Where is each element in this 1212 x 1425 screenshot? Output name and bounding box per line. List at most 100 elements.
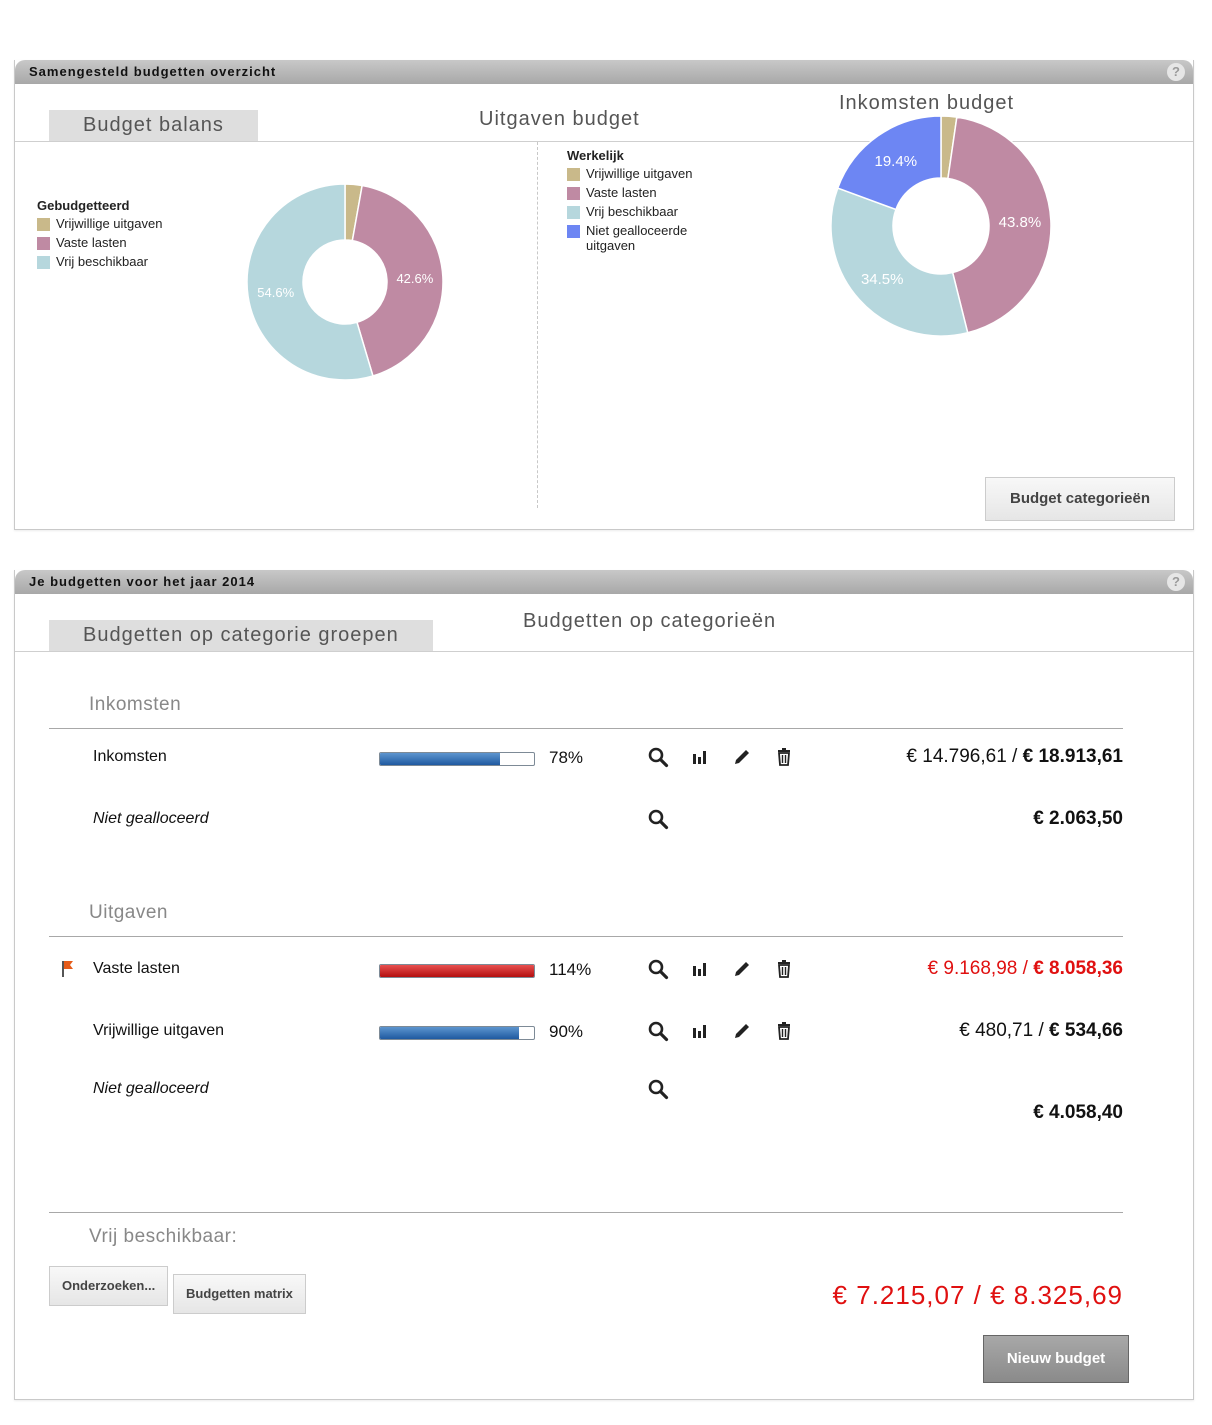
- budget-row-vrijwillige-uitgaven: Vrijwillige uitgaven 90% € 480,71 / € 53…: [49, 1014, 1123, 1054]
- budget-row-inkomsten: Inkomsten 78% € 14.796,61 / € 18.913,61: [49, 740, 1123, 780]
- help-icon[interactable]: ?: [1167, 573, 1185, 591]
- flag-icon: [62, 961, 73, 977]
- donut-value-label: 43.8%: [999, 214, 1042, 231]
- legend-swatch: [567, 168, 580, 181]
- row-amount: € 9.168,98 / € 8.058,36: [928, 958, 1123, 980]
- donut-value-label: 54.6%: [257, 285, 294, 300]
- help-icon[interactable]: ?: [1167, 63, 1185, 81]
- panel-divider: [537, 142, 538, 508]
- row-amount: € 480,71 / € 534,66: [959, 1020, 1123, 1042]
- trash-icon[interactable]: [773, 746, 795, 768]
- legend-swatch: [37, 237, 50, 250]
- amount-separator: /: [1017, 958, 1034, 979]
- budget-categories-button[interactable]: Budget categorieën: [985, 477, 1175, 521]
- legend-swatch: [567, 206, 580, 219]
- legend-item: Vrij beschikbaar: [567, 204, 716, 219]
- budgets-header: Je budgetten voor het jaar 2014 ?: [15, 570, 1193, 594]
- search-icon[interactable]: [647, 1078, 669, 1100]
- edit-pencil-icon[interactable]: [731, 958, 753, 980]
- actual-amount: € 14.796,61: [906, 746, 1007, 767]
- actual-legend: Werkelijk Vrijwillige uitgaven Vaste las…: [567, 148, 716, 257]
- legend-item: Vrijwillige uitgaven: [567, 166, 716, 181]
- budgeted-donut-chart: 42.6% 54.6%: [241, 182, 451, 387]
- trash-icon[interactable]: [773, 1020, 795, 1042]
- progress-bar: [379, 964, 535, 978]
- actual-amount: € 480,71: [959, 1020, 1034, 1041]
- row-label: Niet gealloceerd: [93, 1080, 209, 1097]
- budgetten-matrix-button[interactable]: Budgetten matrix: [173, 1274, 306, 1314]
- row-label: Vrijwillige uitgaven: [93, 1022, 225, 1039]
- donut-value-label: 34.5%: [861, 271, 904, 288]
- progress-bar: [379, 1026, 535, 1040]
- budgets-panel: Je budgetten voor het jaar 2014 ? Budget…: [14, 570, 1194, 1400]
- onderzoeken-button[interactable]: Onderzoeken...: [49, 1266, 169, 1306]
- donut-value-label: 42.6%: [396, 271, 433, 286]
- legend-swatch: [37, 256, 50, 269]
- legend-label: Vrij beschikbaar: [56, 254, 149, 269]
- budget-amount: € 18.913,61: [1022, 746, 1123, 767]
- legend-item: Vaste lasten: [567, 185, 716, 200]
- progress-percent: 90%: [549, 1022, 584, 1041]
- legend-label: Vrijwillige uitgaven: [56, 216, 163, 231]
- budget-row-vaste-lasten: Vaste lasten 114% € 9.168,98 / € 8.058,3…: [49, 952, 1123, 992]
- row-actions: [647, 1020, 795, 1042]
- actual-amount: € 9.168,98: [927, 958, 1018, 979]
- legend-title: Gebudgetteerd: [37, 198, 130, 213]
- overview-panel: Samengesteld budgetten overzicht ? Budge…: [14, 60, 1194, 530]
- progress-fill: [380, 753, 501, 765]
- legend-item: Vrijwillige uitgaven: [37, 216, 162, 231]
- amount-separator: /: [1033, 1020, 1050, 1041]
- nieuw-budget-button[interactable]: Nieuw budget: [983, 1335, 1129, 1383]
- progress-bar: [379, 752, 535, 766]
- chart-icon[interactable]: [689, 1020, 711, 1042]
- legend-swatch: [567, 225, 580, 238]
- search-icon[interactable]: [647, 746, 669, 768]
- tab-budgetten-op-categorie-groepen[interactable]: Budgetten op categorie groepen: [49, 620, 433, 651]
- search-icon[interactable]: [647, 808, 669, 830]
- budget-row-niet-gealloceerd: Niet gealloceerd € 2.063,50: [49, 802, 1123, 842]
- actual-donut-chart: 43.8% 34.5% 19.4%: [813, 112, 1073, 347]
- legend-item: Niet gealloceerde uitgaven: [567, 223, 716, 253]
- row-actions: [647, 746, 795, 768]
- budgets-title: Je budgetten voor het jaar 2014: [29, 574, 256, 589]
- row-actions: [647, 958, 795, 980]
- trash-icon[interactable]: [773, 958, 795, 980]
- legend-label: Niet gealloceerde uitgaven: [586, 223, 688, 253]
- overview-body: Gebudgetteerd Vrijwillige uitgaven Vaste…: [15, 115, 1193, 528]
- amount-separator: /: [1006, 746, 1023, 767]
- row-label: Niet gealloceerd: [93, 810, 209, 827]
- tab-uitgaven-budget[interactable]: Uitgaven budget: [445, 104, 674, 135]
- legend-label: Vrijwillige uitgaven: [586, 166, 693, 181]
- search-icon[interactable]: [647, 958, 669, 980]
- edit-pencil-icon[interactable]: [731, 1020, 753, 1042]
- vrij-beschikbaar-total: € 7.215,07 / € 8.325,69: [832, 1280, 1123, 1310]
- row-amount: € 14.796,61 / € 18.913,61: [906, 746, 1123, 768]
- progress-percent: 78%: [549, 748, 584, 767]
- budget-amount: € 8.058,36: [1033, 958, 1123, 979]
- group-divider: [49, 936, 1123, 937]
- budgets-body: Inkomsten Inkomsten 78% € 14.796,61 / € …: [15, 652, 1193, 1397]
- row-label: Inkomsten: [93, 748, 167, 765]
- chart-icon[interactable]: [689, 746, 711, 768]
- budget-amount: € 534,66: [1049, 1020, 1123, 1041]
- legend-item: Vaste lasten: [37, 235, 162, 250]
- row-label: Vaste lasten: [93, 960, 180, 977]
- chart-icon[interactable]: [689, 958, 711, 980]
- search-icon[interactable]: [647, 1020, 669, 1042]
- budgeted-legend: Gebudgetteerd Vrijwillige uitgaven Vaste…: [37, 198, 162, 273]
- overview-title: Samengesteld budgetten overzicht: [29, 64, 277, 79]
- group-title-uitgaven: Uitgaven: [89, 902, 168, 923]
- legend-item: Vrij beschikbaar: [37, 254, 162, 269]
- donut-slice: [830, 187, 969, 337]
- tab-budgetten-op-categorieen[interactable]: Budgetten op categorieën: [489, 606, 810, 637]
- row-actions: [647, 808, 669, 830]
- donut-value-label: 19.4%: [875, 153, 918, 170]
- row-amount: € 4.058,40: [1033, 1102, 1123, 1123]
- legend-label: Vaste lasten: [56, 235, 127, 250]
- budgets-tabs: Budgetten op categorie groepen Budgetten…: [15, 594, 1193, 652]
- tab-budget-balans[interactable]: Budget balans: [49, 110, 258, 141]
- legend-title: Werkelijk: [567, 148, 624, 163]
- overview-header: Samengesteld budgetten overzicht ?: [15, 60, 1193, 84]
- edit-pencil-icon[interactable]: [731, 746, 753, 768]
- legend-swatch: [567, 187, 580, 200]
